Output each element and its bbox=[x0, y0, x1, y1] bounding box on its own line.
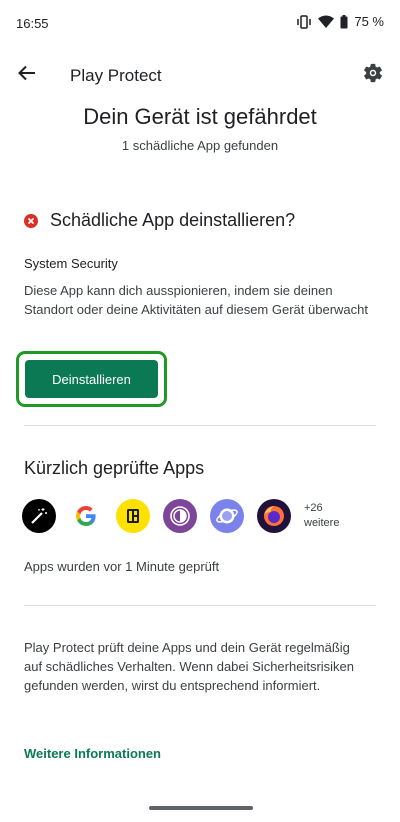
arrow-back-icon bbox=[18, 65, 36, 86]
more-apps-count: +26 weitere bbox=[304, 501, 339, 531]
more-apps-label: weitere bbox=[304, 517, 340, 529]
harmful-app-description: Diese App kann dich ausspionieren, indem… bbox=[24, 283, 368, 317]
last-checked-text: Apps wurden vor 1 Minute geprüft bbox=[24, 559, 220, 574]
play-protect-info: Play Protect prüft deine Apps und dein G… bbox=[24, 640, 355, 693]
page-subline: 1 schädliche App gefunden bbox=[121, 138, 279, 153]
battery-level: 75 % bbox=[354, 14, 384, 29]
status-icons: 75 % bbox=[296, 14, 384, 29]
vibrate-icon bbox=[296, 14, 312, 29]
uninstall-button[interactable]: Deinstallieren bbox=[25, 360, 158, 398]
samsung-internet-icon bbox=[210, 499, 244, 533]
wifi-icon bbox=[318, 15, 335, 28]
firefox-icon bbox=[257, 499, 291, 533]
divider bbox=[24, 425, 376, 426]
gear-icon bbox=[362, 62, 384, 89]
app-bar: Play Protect bbox=[0, 52, 400, 96]
recent-apps-list: +26 weitere bbox=[22, 499, 339, 533]
settings-button[interactable] bbox=[360, 62, 386, 88]
threat-heading-row: Schädliche App deinstallieren? bbox=[24, 210, 376, 231]
yellow-app-icon bbox=[116, 499, 150, 533]
threat-title: Schädliche App deinstallieren? bbox=[50, 210, 296, 230]
uninstall-highlight-frame: Deinstallieren bbox=[16, 351, 167, 407]
battery-icon bbox=[340, 14, 348, 29]
error-icon bbox=[24, 213, 38, 228]
divider bbox=[24, 605, 376, 606]
more-info-link[interactable]: Weitere Informationen bbox=[24, 746, 161, 761]
gesture-nav-handle[interactable] bbox=[149, 806, 253, 810]
harmful-app-name: System Security bbox=[24, 256, 118, 271]
app-title: Play Protect bbox=[70, 66, 162, 85]
google-app-icon bbox=[69, 499, 103, 533]
back-button[interactable] bbox=[14, 62, 40, 88]
recent-apps-title: Kürzlich geprüfte Apps bbox=[24, 458, 205, 478]
tor-browser-icon bbox=[163, 499, 197, 533]
status-time: 16:55 bbox=[16, 16, 49, 31]
page-headline: Dein Gerät ist gefährdet bbox=[83, 104, 317, 129]
more-apps-number: +26 bbox=[304, 502, 323, 514]
magic-wand-app-icon bbox=[22, 499, 56, 533]
status-bar: 16:55 75 % bbox=[0, 0, 400, 48]
